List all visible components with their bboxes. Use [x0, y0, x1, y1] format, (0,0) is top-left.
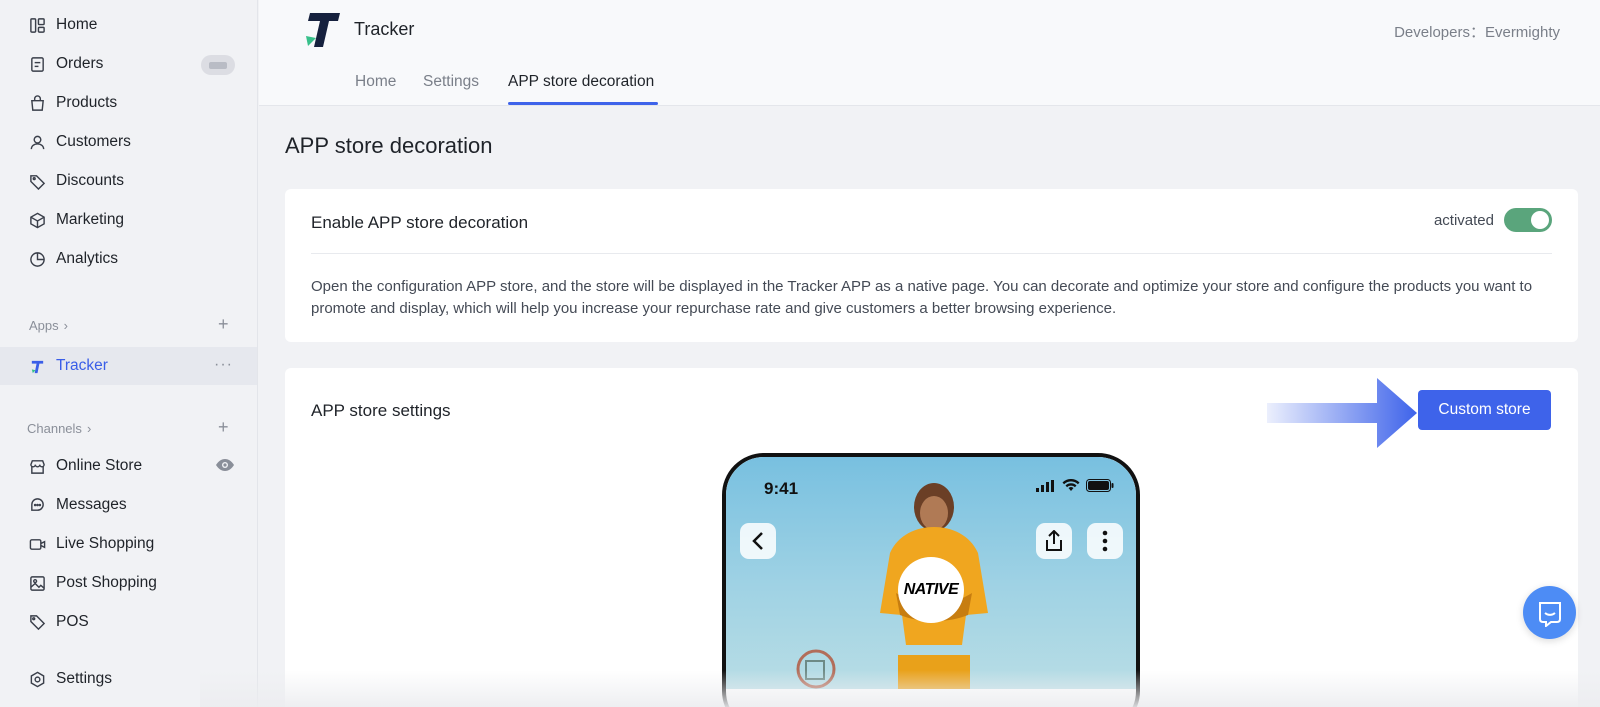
sidebar-item-label: Orders: [56, 55, 104, 72]
sidebar-item-products[interactable]: Products: [0, 84, 257, 122]
add-app-icon[interactable]: +: [218, 314, 229, 335]
sidebar-item-messages[interactable]: Messages: [0, 486, 257, 524]
sidebar-item-customers[interactable]: Customers: [0, 123, 257, 161]
sidebar-item-tracker[interactable]: Tracker ···: [0, 347, 257, 385]
settings-icon: [28, 670, 46, 688]
share-icon: [1046, 530, 1062, 551]
apps-section-header[interactable]: Apps ›: [29, 318, 68, 333]
cube-icon: [28, 211, 46, 229]
chat-support-button[interactable]: [1523, 586, 1576, 639]
tab-settings[interactable]: Settings: [423, 73, 479, 91]
chevron-left-icon: [752, 532, 763, 550]
add-channel-icon[interactable]: +: [218, 417, 229, 438]
chevron-right-icon: ›: [86, 421, 92, 436]
sidebar-item-label: Tracker: [56, 357, 108, 374]
sidebar-item-settings[interactable]: Settings: [0, 660, 257, 698]
sidebar-item-home[interactable]: Home: [0, 6, 257, 44]
person-icon: [28, 133, 46, 151]
sidebar-item-label: Post Shopping: [56, 574, 157, 591]
sidebar-item-orders[interactable]: Orders: [0, 45, 257, 83]
tab-app-store-decoration[interactable]: APP store decoration: [508, 73, 654, 91]
activation-toggle[interactable]: [1504, 208, 1552, 232]
back-button[interactable]: [740, 523, 776, 559]
decoration-description: Open the configuration APP store, and th…: [311, 278, 1533, 317]
eye-icon[interactable]: [215, 458, 235, 477]
sidebar-item-discounts[interactable]: Discounts: [0, 162, 257, 200]
app-title: Tracker: [354, 19, 415, 39]
wifi-icon: [1062, 479, 1080, 491]
status-bar-icons: [1036, 479, 1114, 492]
sidebar: Home Orders Products Customers Discounts…: [0, 0, 258, 707]
chevron-right-icon: ›: [63, 318, 68, 333]
sidebar-item-label: Customers: [56, 133, 131, 150]
toggle-status-label: activated: [1433, 212, 1494, 229]
sidebar-item-label: Home: [56, 16, 98, 33]
sidebar-item-analytics[interactable]: Analytics: [0, 240, 257, 278]
pie-chart-icon: [28, 250, 46, 268]
image-icon: [28, 574, 46, 592]
channels-section-label: Channels: [27, 421, 82, 436]
active-tab-indicator: [508, 102, 658, 105]
sidebar-item-marketing[interactable]: Marketing: [0, 201, 257, 239]
channels-section-header[interactable]: Channels ›: [27, 421, 91, 436]
enable-decoration-card: Enable APP store decoration activated Op…: [285, 189, 1578, 342]
tab-home[interactable]: Home: [355, 73, 396, 91]
basketball-hoop: [796, 649, 836, 689]
phone-preview: 9:41 NATIVE: [722, 453, 1140, 707]
sidebar-item-label: Discounts: [56, 172, 125, 189]
orders-icon: [28, 55, 46, 73]
divider: [311, 253, 1552, 254]
chat-bubble-icon: [1538, 601, 1561, 627]
video-icon: [28, 535, 46, 553]
developer-info: Developers：Evermighty: [1394, 24, 1560, 41]
share-button[interactable]: [1036, 523, 1072, 559]
sidebar-item-label: Analytics: [56, 250, 119, 267]
apps-section-label: Apps: [29, 318, 59, 333]
sidebar-item-label: Live Shopping: [56, 535, 155, 552]
settings-card-title: APP store settings: [311, 401, 451, 420]
page-title: APP store decoration: [285, 133, 493, 158]
tracker-app-icon: [28, 357, 46, 375]
sidebar-item-label: Products: [56, 94, 118, 111]
tag-icon: [28, 172, 46, 190]
sidebar-item-label: Messages: [56, 496, 127, 513]
sidebar-item-label: Online Store: [56, 457, 143, 474]
sidebar-item-post-shopping[interactable]: Post Shopping: [0, 564, 257, 602]
arrow-right-icon: [1267, 378, 1417, 448]
app-header: Tracker Developers：Evermighty Home Setti…: [259, 0, 1600, 106]
tracker-logo: [306, 13, 340, 47]
sidebar-item-label: Settings: [56, 670, 113, 687]
sidebar-item-label: Marketing: [56, 211, 125, 228]
dashboard-icon: [28, 16, 46, 34]
bag-icon: [28, 94, 46, 112]
custom-store-button[interactable]: Custom store: [1418, 390, 1551, 430]
sidebar-item-live-shopping[interactable]: Live Shopping: [0, 525, 257, 563]
status-bar-time: 9:41: [764, 479, 799, 498]
sidebar-item-label: POS: [56, 613, 89, 630]
vertical-dots-icon: [1102, 530, 1108, 552]
sidebar-item-pos[interactable]: POS: [0, 603, 257, 641]
signal-icon: [1036, 479, 1054, 492]
brand-logo: NATIVE: [898, 557, 964, 623]
store-icon: [28, 457, 46, 475]
sidebar-item-online-store[interactable]: Online Store: [0, 447, 257, 485]
orders-count-badge: [201, 55, 235, 75]
more-menu-button[interactable]: [1087, 523, 1123, 559]
tags-icon: [28, 613, 46, 631]
chat-icon: [28, 496, 46, 514]
toggle-knob: [1531, 211, 1549, 229]
battery-icon: [1086, 479, 1114, 492]
more-options-icon[interactable]: ···: [214, 356, 233, 374]
enable-card-title: Enable APP store decoration: [311, 213, 529, 232]
store-banner-image: 9:41 NATIVE: [726, 457, 1136, 689]
